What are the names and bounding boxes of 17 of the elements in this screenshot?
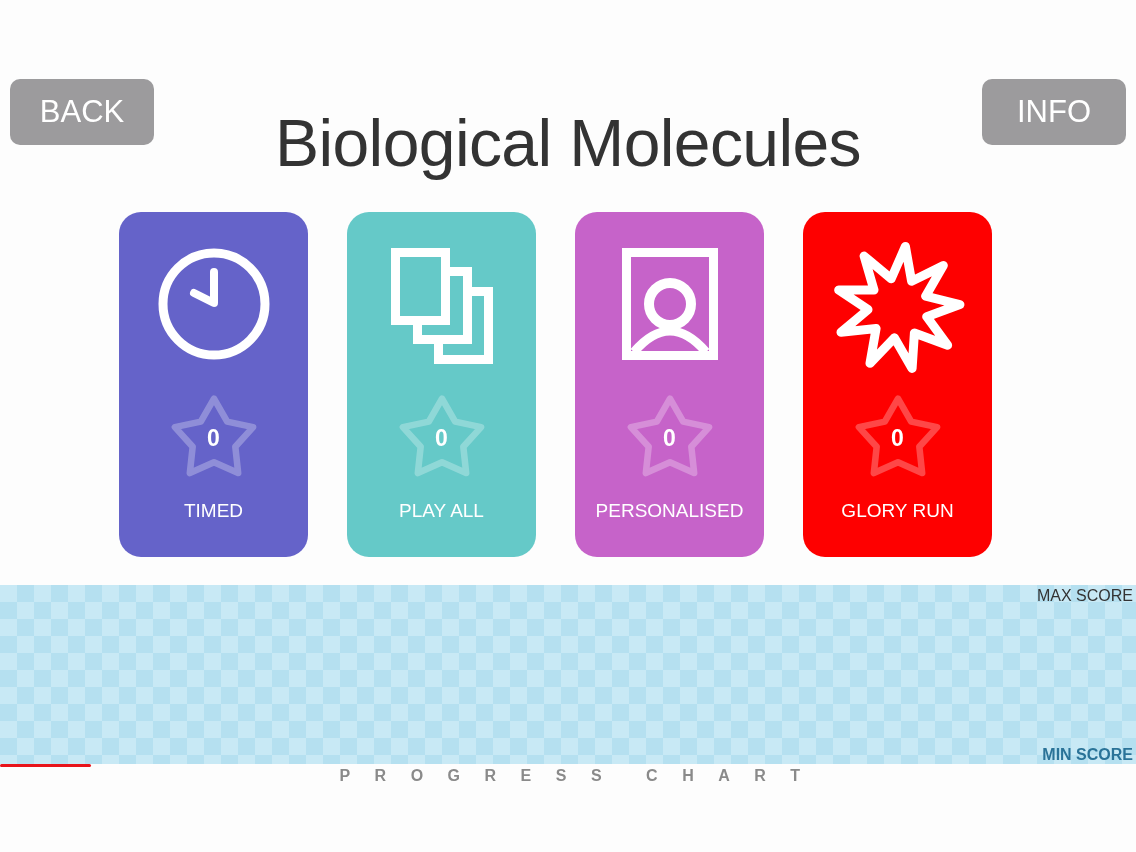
- mode-card[interactable]: 0 TIMED: [119, 212, 308, 557]
- info-button[interactable]: INFO: [982, 79, 1126, 145]
- star-score: 0: [663, 425, 676, 451]
- star-score: 0: [207, 425, 220, 451]
- mode-card[interactable]: 0 PLAY ALL: [347, 212, 536, 557]
- star-score: 0: [435, 425, 448, 451]
- chart-caption: PROGRESS CHART: [339, 767, 825, 785]
- max-score-label: MAX SCORE: [1037, 587, 1133, 605]
- mode-card[interactable]: 0 PERSONALISED: [575, 212, 764, 557]
- mode-card[interactable]: 0 GLORY RUN: [803, 212, 992, 557]
- min-score-label: MIN SCORE: [1042, 746, 1133, 764]
- portrait-icon: [621, 248, 718, 360]
- back-button[interactable]: BACK: [10, 79, 154, 145]
- page-title: Biological Molecules: [275, 105, 861, 181]
- stacked-pages-icon: [390, 248, 493, 364]
- star-score: 0: [891, 425, 904, 451]
- clock-icon: [157, 248, 270, 360]
